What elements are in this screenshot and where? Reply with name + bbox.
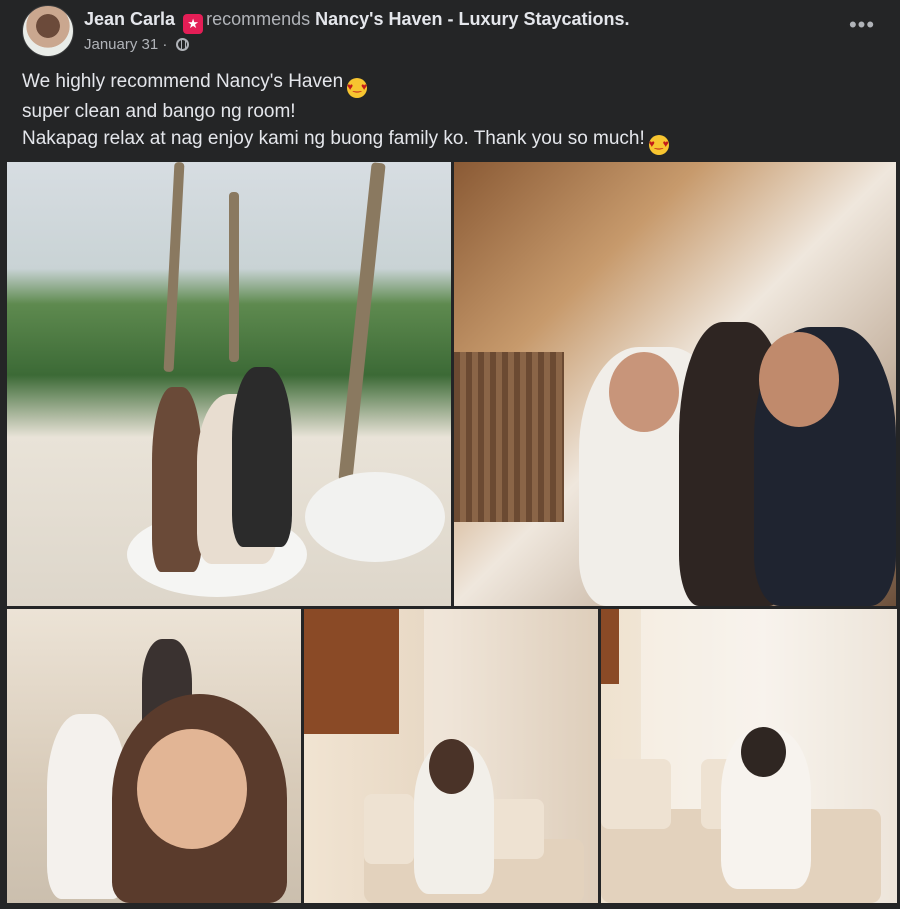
- globe-icon[interactable]: [175, 38, 189, 51]
- post-photo-2[interactable]: [454, 162, 896, 606]
- author-avatar[interactable]: [22, 5, 74, 57]
- post-photo-3[interactable]: [7, 609, 301, 903]
- post-photo-4[interactable]: [304, 609, 598, 903]
- more-options-button[interactable]: •••: [844, 14, 880, 43]
- date-separator: ·: [162, 36, 168, 53]
- post-photo-5[interactable]: [601, 609, 897, 903]
- post-title-line: Jean Carla ★ recommends Nancy's Haven - L…: [84, 9, 630, 34]
- post-caption: We highly recommend Nancy's Haven ♥‿♥ sup…: [22, 68, 880, 155]
- recommends-label: recommends: [206, 9, 311, 29]
- heart-eyes-emoji-icon: ♥‿♥: [347, 78, 368, 98]
- heart-eyes-emoji-icon: ♥‿♥: [648, 135, 669, 155]
- caption-line: super clean and bango ng room!: [22, 101, 296, 122]
- post-header: Jean Carla ★ recommends Nancy's Haven - L…: [22, 5, 880, 57]
- recommend-star-icon: ★: [183, 14, 204, 34]
- page-name-link[interactable]: Nancy's Haven - Luxury Staycations.: [315, 9, 629, 29]
- author-name-link[interactable]: Jean Carla: [84, 9, 175, 29]
- caption-line: We highly recommend Nancy's Haven ♥‿♥: [22, 68, 880, 98]
- post-meta: January 31 ·: [84, 36, 189, 53]
- post-photo-1[interactable]: [7, 162, 451, 606]
- post-date-link[interactable]: January 31: [84, 36, 158, 53]
- caption-line: Nakapag relax at nag enjoy kami ng buong…: [22, 125, 880, 155]
